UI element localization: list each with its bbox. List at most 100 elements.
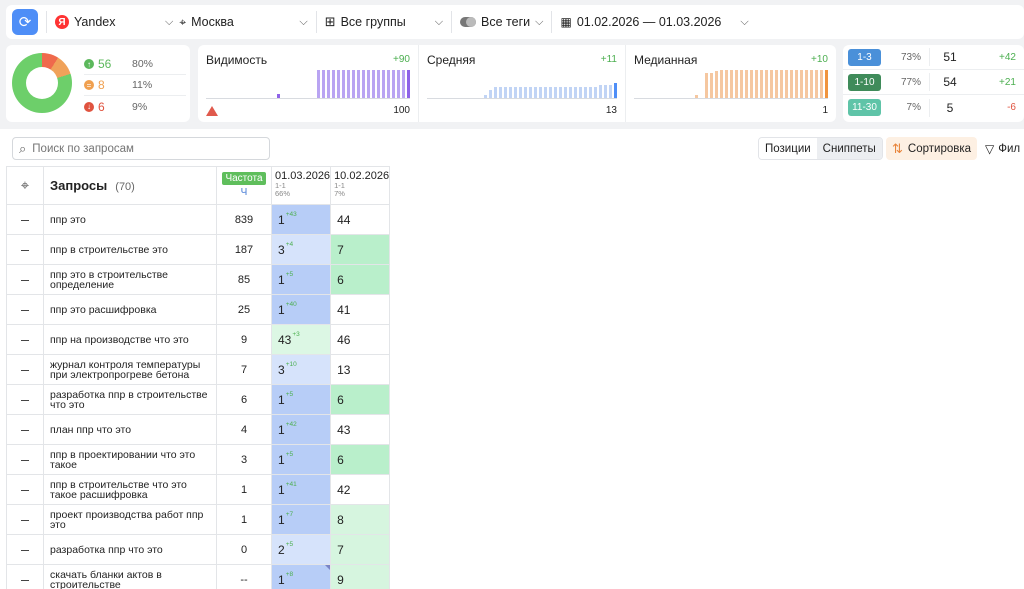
- region-select[interactable]: ⌖ Москва: [179, 15, 299, 30]
- range-row[interactable]: 1-3 73% 51 +42: [843, 45, 1024, 70]
- position-cell[interactable]: 43: [330, 414, 391, 445]
- query-cell[interactable]: журнал контроля температуры при электроп…: [43, 354, 217, 385]
- row-toggle-cell[interactable]: [6, 354, 44, 385]
- table-row[interactable]: разработка ппр в строительстве что это 6 1…: [6, 384, 391, 415]
- query-cell[interactable]: ппр в строительстве что это такое расшиф…: [43, 474, 217, 505]
- position-cell[interactable]: 41: [330, 294, 391, 325]
- query-cell[interactable]: ппр на производстве что это: [43, 324, 217, 355]
- table-row[interactable]: план ппр что это 4 1+42 43: [6, 414, 391, 445]
- minus-icon: [21, 579, 29, 582]
- query-cell[interactable]: скачать бланки актов в строительстве: [43, 564, 217, 589]
- position-cell[interactable]: 46: [330, 324, 391, 355]
- position-cell[interactable]: 3+10: [270, 354, 332, 385]
- date-range-select[interactable]: ▦ 01.02.2026 — 01.03.2026 ⌵: [560, 15, 748, 29]
- range-row[interactable]: 1-10 77% 54 +21: [843, 70, 1024, 95]
- position-cell[interactable]: 1+5: [270, 384, 332, 415]
- row-toggle-cell[interactable]: [6, 294, 44, 325]
- engine-select[interactable]: Я Yandex: [55, 15, 165, 29]
- date-column-header[interactable]: 10.02.2026 1-1 7%: [330, 166, 391, 205]
- query-cell[interactable]: проект производства работ ппр это: [43, 504, 217, 535]
- row-toggle-cell[interactable]: [6, 564, 44, 589]
- sort-label: Сортировка: [907, 142, 972, 155]
- groups-select[interactable]: ⊞ Все группы: [325, 14, 435, 30]
- position-cell[interactable]: 42: [330, 474, 391, 505]
- query-cell[interactable]: ппр это расшифровка: [43, 294, 217, 325]
- row-toggle-cell[interactable]: [6, 324, 44, 355]
- position-cell[interactable]: 6: [330, 384, 391, 415]
- warning-icon: [206, 106, 218, 116]
- tags-select[interactable]: Все теги ⌵: [460, 15, 543, 29]
- position-cell[interactable]: 3+4: [270, 234, 332, 265]
- divider: [46, 11, 47, 33]
- query-cell[interactable]: ппр в проектировании что это такое: [43, 444, 217, 475]
- position-cell[interactable]: 1+40: [270, 294, 332, 325]
- query-cell[interactable]: план ппр что это: [43, 414, 217, 445]
- position-cell[interactable]: 1+7: [270, 504, 332, 535]
- position-cell[interactable]: 6: [330, 444, 391, 475]
- query-cell[interactable]: разработка ппр что это: [43, 534, 217, 565]
- position-cell[interactable]: 7: [330, 534, 391, 565]
- crosshair-header[interactable]: ⌖: [6, 166, 44, 205]
- date-sub-pct: 66%: [275, 189, 291, 198]
- row-toggle-cell[interactable]: [6, 264, 44, 295]
- range-row[interactable]: 11-30 7% 5 -6: [843, 95, 1024, 120]
- row-toggle-cell[interactable]: [6, 204, 44, 235]
- position-cell[interactable]: 13: [330, 354, 391, 385]
- table-row[interactable]: ппр это расшифровка 25 1+40 41: [6, 294, 391, 325]
- metric-panel[interactable]: Видимость +90 100: [198, 45, 418, 122]
- table-row[interactable]: ппр на производстве что это 9 43+3 46: [6, 324, 391, 355]
- query-cell[interactable]: ппр это: [43, 204, 217, 235]
- position-cell[interactable]: 1+43: [270, 204, 332, 235]
- position-cell[interactable]: 1+5: [270, 444, 332, 475]
- row-toggle-cell[interactable]: [6, 504, 44, 535]
- table-row[interactable]: проект производства работ ппр это 1 1+7 8: [6, 504, 391, 535]
- sparkline-bar: [514, 87, 517, 98]
- position-cell[interactable]: 43+3: [270, 324, 332, 355]
- frequency-header[interactable]: Частота Ч: [216, 166, 272, 205]
- position-cell[interactable]: 1+5: [270, 264, 332, 295]
- filter-button[interactable]: ▽ Фил: [985, 137, 1020, 160]
- table-row[interactable]: журнал контроля температуры при электроп…: [6, 354, 391, 385]
- row-toggle-cell[interactable]: [6, 444, 44, 475]
- position-cell[interactable]: 6: [330, 264, 391, 295]
- position-cell[interactable]: 1+41: [270, 474, 332, 505]
- table-row[interactable]: скачать бланки актов в строительстве -- 1+…: [6, 564, 391, 589]
- distribution-row[interactable]: = 8 11%: [84, 75, 186, 96]
- refresh-button[interactable]: ⟳: [12, 9, 38, 35]
- search-box[interactable]: ⌕: [12, 137, 270, 160]
- chevron-down-icon[interactable]: ⌵: [435, 16, 443, 29]
- query-cell[interactable]: ппр это в строительстве определение: [43, 264, 217, 295]
- tab-snippets[interactable]: Сниппеты: [816, 138, 882, 159]
- position-cell[interactable]: 44: [330, 204, 391, 235]
- tab-positions[interactable]: Позиции: [759, 138, 817, 159]
- table-row[interactable]: ппр это 839 1+43 44: [6, 204, 391, 235]
- row-toggle-cell[interactable]: [6, 384, 44, 415]
- position-cell[interactable]: 1+42: [270, 414, 332, 445]
- position-cell[interactable]: 2+5: [270, 534, 332, 565]
- row-toggle-cell[interactable]: [6, 234, 44, 265]
- position-cell[interactable]: 8: [330, 504, 391, 535]
- table-row[interactable]: ппр в строительстве что это такое расшиф…: [6, 474, 391, 505]
- table-row[interactable]: ппр это в строительстве определение 85 1+5…: [6, 264, 391, 295]
- sort-button[interactable]: ⇅ Сортировка: [886, 137, 978, 160]
- query-cell[interactable]: ппр в строительстве это: [43, 234, 217, 265]
- date-column-header[interactable]: 01.03.2026 1-1 66%: [270, 166, 332, 205]
- position-cell[interactable]: 7: [330, 234, 391, 265]
- table-row[interactable]: ппр в проектировании что это такое 3 1+5 6: [6, 444, 391, 475]
- distribution-row[interactable]: ↓ 6 9%: [84, 96, 186, 117]
- search-input[interactable]: [32, 142, 253, 155]
- row-toggle-cell[interactable]: [6, 534, 44, 565]
- metric-panel[interactable]: Средняя +11 13: [418, 45, 625, 122]
- chevron-down-icon[interactable]: ⌵: [165, 16, 173, 29]
- table-row[interactable]: ппр в строительстве это 187 3+4 7: [6, 234, 391, 265]
- position-cell[interactable]: 9: [330, 564, 391, 589]
- query-cell[interactable]: разработка ппр в строительстве что это: [43, 384, 217, 415]
- distribution-row[interactable]: ↑ 56 80%: [84, 54, 186, 75]
- chevron-down-icon[interactable]: ⌵: [299, 16, 307, 29]
- queries-header[interactable]: Запросы (70): [43, 166, 217, 205]
- table-row[interactable]: разработка ппр что это 0 2+5 7: [6, 534, 391, 565]
- row-toggle-cell[interactable]: [6, 474, 44, 505]
- metric-panel[interactable]: Медианная +10 1: [625, 45, 836, 122]
- position-cell[interactable]: 1+8: [270, 564, 332, 589]
- row-toggle-cell[interactable]: [6, 414, 44, 445]
